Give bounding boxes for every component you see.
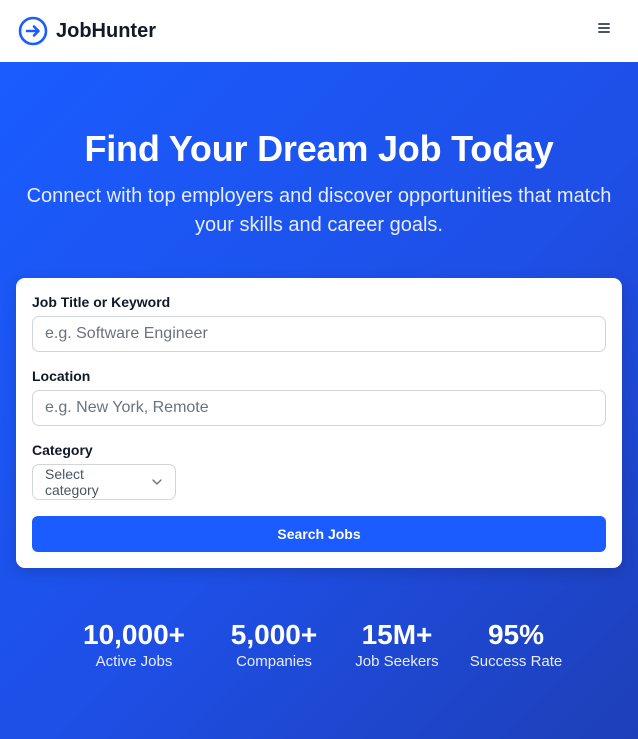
stats-row: 10,000+ Active Jobs 5,000+ Companies 15M…	[0, 618, 638, 688]
hero-section: Find Your Dream Job Today Connect with t…	[0, 62, 638, 739]
category-label: Category	[32, 442, 93, 458]
category-select-value: Select category	[45, 466, 99, 498]
brand-logo[interactable]: JobHunter	[18, 16, 156, 46]
location-label: Location	[32, 368, 91, 384]
stat-active-jobs: 10,000+ Active Jobs	[74, 618, 194, 672]
arrow-circle-icon	[18, 16, 48, 46]
hamburger-menu-icon[interactable]	[598, 21, 612, 35]
stat-value: 95%	[487, 619, 545, 650]
stat-companies: 5,000+ Companies	[216, 618, 332, 672]
stat-label: Active Jobs	[95, 653, 173, 670]
search-jobs-button[interactable]: Search Jobs	[32, 516, 606, 552]
stat-job-seekers: 15M+ Job Seekers	[346, 618, 448, 672]
hero-subtitle: Connect with top employers and discover …	[26, 185, 612, 236]
hero-title: Find Your Dream Job Today	[84, 128, 554, 169]
chevron-down-icon	[152, 479, 162, 485]
keyword-label: Job Title or Keyword	[32, 294, 171, 310]
stat-success-rate: 95% Success Rate	[462, 618, 570, 672]
stat-value: 15M+	[361, 619, 433, 650]
stat-label: Job Seekers	[355, 653, 439, 670]
stat-label: Companies	[236, 653, 312, 670]
stat-label: Success Rate	[469, 653, 563, 670]
location-input[interactable]	[32, 390, 606, 426]
stat-value: 10,000+	[83, 619, 185, 650]
keyword-input[interactable]	[32, 316, 606, 352]
brand-name: JobHunter	[56, 19, 156, 42]
job-search-form: Job Title or Keyword Location Category S…	[16, 278, 622, 568]
site-header: JobHunter	[0, 0, 638, 62]
category-select[interactable]: Select category	[32, 464, 176, 500]
stat-value: 5,000+	[230, 619, 318, 650]
